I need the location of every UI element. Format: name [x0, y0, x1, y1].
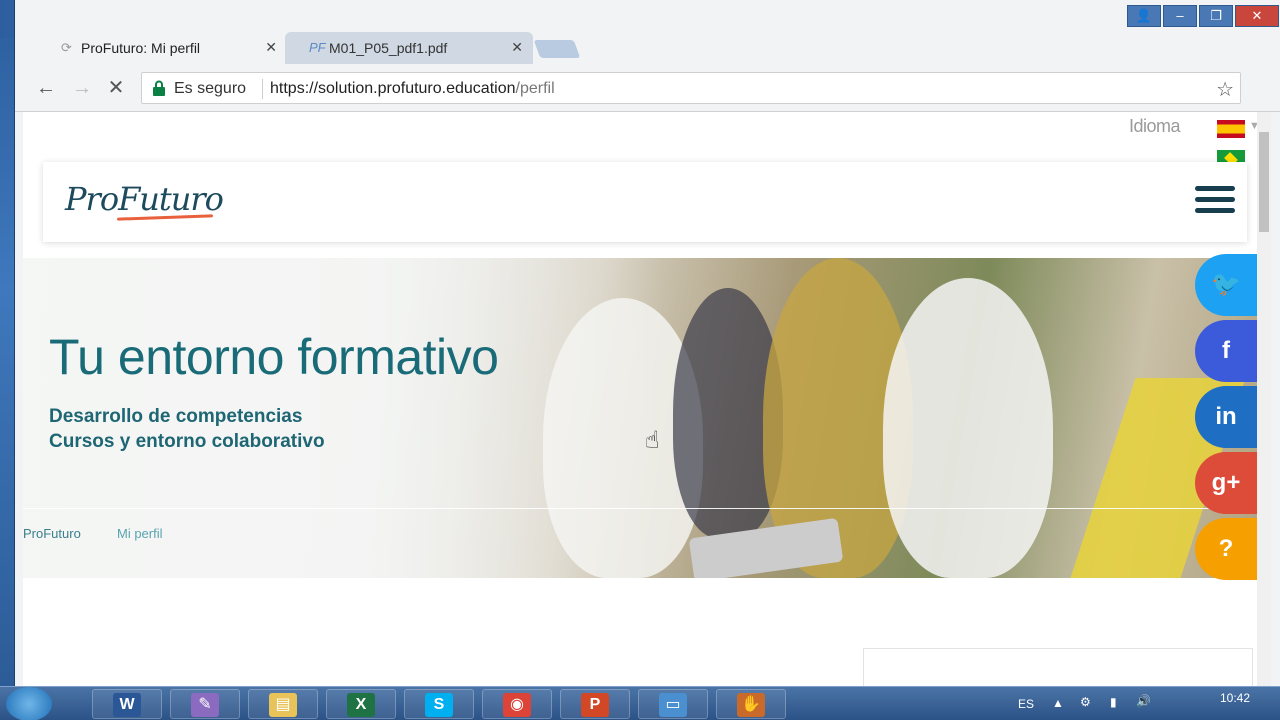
- new-tab-button[interactable]: [533, 40, 581, 58]
- hero-subtitle: Cursos y entorno colaborativo: [49, 431, 325, 452]
- stop-loading-icon[interactable]: ✕: [103, 76, 129, 102]
- taskbar-excel-button[interactable]: X: [326, 689, 396, 719]
- back-icon[interactable]: ←: [33, 76, 59, 102]
- hero-banner: Tu entorno formativo Desarrollo de compe…: [23, 258, 1257, 578]
- spain-flag-icon[interactable]: [1217, 120, 1245, 138]
- url-text[interactable]: https://solution.profuturo.education/per…: [270, 80, 555, 98]
- start-button[interactable]: [6, 687, 52, 720]
- bookmark-star-icon[interactable]: ☆: [1216, 77, 1234, 102]
- hero-subtitle: Desarrollo de competencias: [49, 406, 303, 427]
- browser-window: 👤 – ❐ ✕ ⟳ ProFuturo: Mi perfil ✕ PF M01_…: [14, 0, 1280, 690]
- facebook-share-button[interactable]: f: [1195, 320, 1257, 382]
- site-header: ProFuturo: [43, 162, 1247, 242]
- photos-icon: ▭: [659, 693, 687, 717]
- battery-icon[interactable]: ▮: [1110, 695, 1117, 709]
- page-scrollbar[interactable]: [1257, 112, 1271, 690]
- paint-icon: ✎: [191, 693, 219, 717]
- security-label: Es seguro: [174, 80, 247, 97]
- skype-icon: S: [425, 693, 453, 717]
- linkedin-share-button[interactable]: in: [1195, 386, 1257, 448]
- browser-titlebar: 👤 – ❐ ✕ ⟳ ProFuturo: Mi perfil ✕ PF M01_…: [15, 0, 1280, 64]
- breadcrumb-current: Mi perfil: [117, 526, 163, 541]
- taskbar-skype-button[interactable]: S: [404, 689, 474, 719]
- close-window-button[interactable]: ✕: [1235, 5, 1279, 27]
- explorer-icon: ▤: [269, 693, 297, 717]
- window-controls: 👤 – ❐ ✕: [1127, 5, 1279, 27]
- loading-icon: ⟳: [61, 40, 72, 55]
- game-icon: ✋: [737, 693, 765, 717]
- volume-icon[interactable]: 🔊: [1136, 694, 1151, 708]
- maximize-button[interactable]: ❐: [1199, 5, 1233, 27]
- url-divider: [262, 79, 263, 99]
- chrome-icon: ◉: [503, 693, 531, 717]
- system-tray: ES ▲ ⚙ ▮ 🔊 10:42: [1000, 687, 1280, 720]
- user-icon[interactable]: 👤: [1127, 5, 1161, 27]
- close-tab-icon[interactable]: ✕: [511, 39, 523, 56]
- windows-taskbar: W ✎ ▤ X S ◉ P ▭ ✋ ES ▲ ⚙ ▮ 🔊 10:42: [0, 686, 1280, 720]
- tab-pdf[interactable]: PF M01_P05_pdf1.pdf ✕: [285, 32, 533, 64]
- clock-time: 10:42: [1219, 691, 1250, 705]
- network-icon[interactable]: ⚙: [1080, 695, 1091, 709]
- tab-profuturo[interactable]: ⟳ ProFuturo: Mi perfil ✕: [37, 32, 287, 64]
- taskbar-chrome-button[interactable]: ◉: [482, 689, 552, 719]
- hero-title: Tu entorno formativo: [49, 329, 499, 385]
- clock[interactable]: 10:42: [1220, 691, 1250, 705]
- address-bar[interactable]: Es seguro https://solution.profuturo.edu…: [141, 72, 1241, 104]
- language-label: Idioma: [1129, 116, 1181, 136]
- pdf-icon: PF: [309, 40, 326, 55]
- taskbar-word-button[interactable]: W: [92, 689, 162, 719]
- powerpoint-icon: P: [581, 693, 609, 717]
- hand-cursor-icon: ☝: [645, 427, 660, 454]
- help-button[interactable]: ?: [1195, 518, 1257, 580]
- close-tab-icon[interactable]: ✕: [265, 39, 277, 56]
- minimize-button[interactable]: –: [1163, 5, 1197, 27]
- taskbar-powerpoint-button[interactable]: P: [560, 689, 630, 719]
- taskbar-explorer-button[interactable]: ▤: [248, 689, 318, 719]
- url-path: /perfil: [515, 80, 555, 97]
- excel-icon: X: [347, 693, 375, 717]
- taskbar-paint-button[interactable]: ✎: [170, 689, 240, 719]
- lock-icon: [153, 80, 165, 96]
- profuturo-logo[interactable]: ProFuturo: [65, 180, 224, 218]
- content-card: [863, 648, 1253, 690]
- page-viewport: Idioma ▼ ProFuturo Tu entorno formativo …: [23, 112, 1271, 690]
- taskbar-game-button[interactable]: ✋: [716, 689, 786, 719]
- taskbar-photos-button[interactable]: ▭: [638, 689, 708, 719]
- breadcrumb-home[interactable]: ProFuturo: [23, 526, 81, 541]
- tab-title: ProFuturo: Mi perfil: [81, 40, 201, 56]
- forward-icon[interactable]: →: [69, 76, 95, 102]
- menu-icon[interactable]: [1195, 186, 1235, 216]
- scrollbar-thumb[interactable]: [1259, 132, 1269, 232]
- show-hidden-icons-icon[interactable]: ▲: [1052, 696, 1064, 710]
- twitter-share-button[interactable]: 🐦: [1195, 254, 1257, 316]
- tab-title: M01_P05_pdf1.pdf: [329, 40, 448, 56]
- input-language[interactable]: ES: [1018, 697, 1034, 711]
- googleplus-share-button[interactable]: g+: [1195, 452, 1257, 514]
- browser-toolbar: ← → ✕ Es seguro https://solution.profutu…: [15, 64, 1280, 112]
- divider: [23, 508, 1257, 509]
- word-icon: W: [113, 693, 141, 717]
- hero-photo-child: [883, 278, 1053, 578]
- url-host: https://solution.profuturo.education: [270, 80, 516, 97]
